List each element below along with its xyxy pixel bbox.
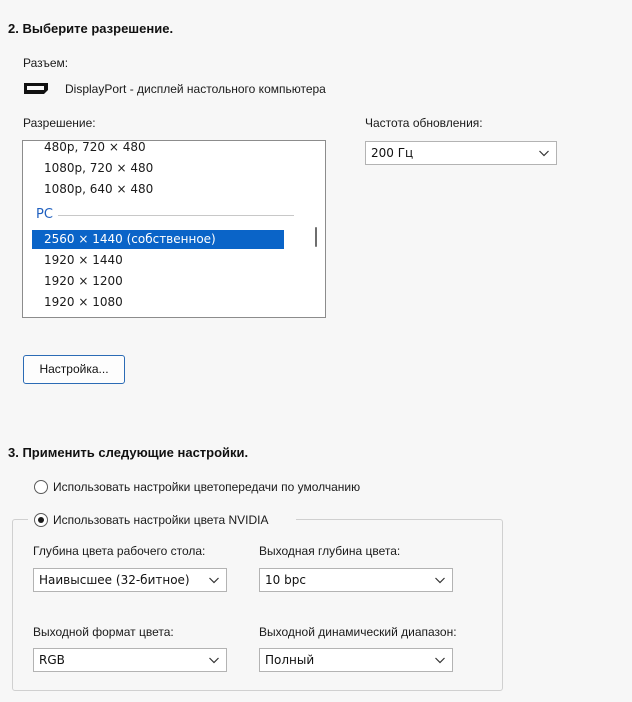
displayport-icon [24,83,48,94]
output-depth-dropdown[interactable]: 10 bpc [259,568,453,592]
resolution-label: Разрешение: [23,116,96,130]
connector-value: DisplayPort - дисплей настольного компью… [65,82,326,96]
section-3-title: 3. Применить следующие настройки. [8,445,249,460]
radio-default-colors[interactable] [34,480,48,494]
group-header-pc: PC [36,207,53,222]
customize-button[interactable]: Настройка... [23,355,125,384]
chevron-down-icon [209,577,219,584]
output-depth-label: Выходная глубина цвета: [259,544,401,558]
list-item[interactable]: 480p, 720 × 480 [32,141,284,157]
output-range-label: Выходной динамический диапазон: [259,625,457,639]
group-divider [58,215,294,216]
chevron-down-icon [435,657,445,664]
scrollbar-thumb[interactable] [315,227,317,247]
desktop-depth-value: Наивысшее (32-битное) [39,573,190,587]
list-item[interactable]: 1080p, 640 × 480 [32,180,284,199]
radio-nvidia-label: Использовать настройки цвета NVIDIA [53,513,269,527]
list-item[interactable]: 1080p, 720 × 480 [32,159,284,178]
list-item[interactable]: 1920 × 1080 [32,293,284,312]
list-item[interactable]: 1920 × 1440 [32,251,284,270]
output-format-dropdown[interactable]: RGB [33,648,227,672]
output-range-value: Полный [265,653,315,667]
connector-label: Разъем: [23,56,69,70]
radio-default-label: Использовать настройки цветопередачи по … [53,480,361,494]
chevron-down-icon [209,657,219,664]
radio-nvidia-colors[interactable] [34,513,48,527]
section-2-title: 2. Выберите разрешение. [8,21,174,36]
output-depth-value: 10 bpc [265,573,306,587]
list-item[interactable]: 1920 × 1200 [32,272,284,291]
refresh-rate-dropdown[interactable]: 200 Гц [365,141,557,165]
output-format-value: RGB [39,653,65,667]
output-format-label: Выходной формат цвета: [33,625,174,639]
refresh-rate-label: Частота обновления: [365,116,483,130]
desktop-depth-label: Глубина цвета рабочего стола: [33,544,206,558]
chevron-down-icon [539,150,549,157]
desktop-depth-dropdown[interactable]: Наивысшее (32-битное) [33,568,227,592]
refresh-rate-value: 200 Гц [371,146,414,160]
list-item-selected[interactable]: 2560 × 1440 (собственное) [32,230,284,249]
chevron-down-icon [435,577,445,584]
output-range-dropdown[interactable]: Полный [259,648,453,672]
resolution-list[interactable]: 480p, 720 × 480 1080p, 720 × 480 1080p, … [22,140,326,318]
